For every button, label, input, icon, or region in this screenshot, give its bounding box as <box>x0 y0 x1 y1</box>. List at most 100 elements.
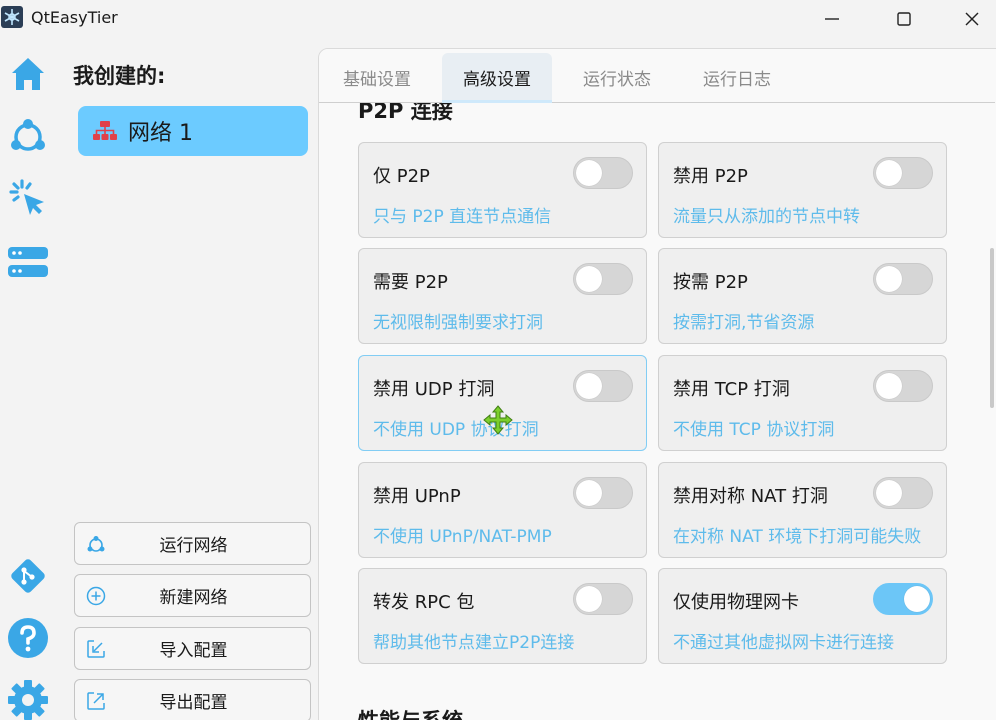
network-list-item-label: 网络 1 <box>128 121 193 146</box>
option-description: 只与 P2P 直连节点通信 <box>373 207 552 227</box>
option-title: 按需 P2P <box>673 272 748 293</box>
option-title: 转发 RPC 包 <box>373 592 475 613</box>
nav-git[interactable] <box>6 554 50 598</box>
option-card[interactable]: 禁用 UDP 打洞不使用 UDP 协议打洞 <box>358 355 647 451</box>
option-toggle[interactable] <box>873 370 933 402</box>
option-toggle[interactable] <box>573 370 633 402</box>
option-card[interactable]: 需要 P2P 无视限制强制要求打洞 <box>358 248 647 344</box>
close-button[interactable] <box>944 0 996 38</box>
tab-run-log[interactable]: 运行日志 <box>682 53 792 101</box>
network-icon <box>11 119 45 151</box>
option-description: 无视限制强制要求打洞 <box>373 313 543 333</box>
tab-label: 基础设置 <box>343 69 411 90</box>
option-toggle[interactable] <box>573 583 633 615</box>
option-card[interactable]: 禁用 P2P 流量只从添加的节点中转 <box>658 142 947 238</box>
tab-advanced-settings[interactable]: 高级设置 <box>442 53 552 103</box>
network-list-heading: 我创建的: <box>73 64 166 88</box>
new-network-button[interactable]: 新建网络 <box>74 574 311 617</box>
option-toggle[interactable] <box>873 477 933 509</box>
toggle-knob <box>576 373 602 399</box>
option-description: 帮助其他节点建立P2P连接 <box>373 633 575 653</box>
option-title: 禁用 UPnP <box>373 486 461 507</box>
section-title-performance: 性能与系统 <box>358 705 463 720</box>
network-panel: 我创建的: 网络 1 运行网络 新建网络 导入配置 导出配置 <box>62 38 318 720</box>
toggle-knob <box>904 586 930 612</box>
option-description: 不使用 UDP 协议打洞 <box>373 420 539 440</box>
option-card[interactable]: 转发 RPC 包帮助其他节点建立P2P连接 <box>358 568 647 664</box>
git-icon <box>11 559 45 593</box>
nav-servers[interactable] <box>6 240 50 284</box>
nav-home[interactable] <box>6 52 50 96</box>
option-title: 需要 P2P <box>373 272 448 293</box>
option-description: 不通过其他虚拟网卡进行连接 <box>673 633 894 653</box>
option-card[interactable]: 仅使用物理网卡不通过其他虚拟网卡进行连接 <box>658 568 947 664</box>
title-bar: QtEasyTier <box>0 0 996 38</box>
export-config-label: 导出配置 <box>159 693 228 713</box>
option-description: 流量只从添加的节点中转 <box>673 207 860 227</box>
settings-card: 基础设置 高级设置 运行状态 运行日志 P2P 连接 仅 P2P 只与 P2P 直… <box>318 48 996 720</box>
minimize-icon <box>825 18 839 20</box>
new-network-label: 新建网络 <box>159 588 228 608</box>
tab-run-status[interactable]: 运行状态 <box>562 53 672 101</box>
option-card[interactable]: 按需 P2P 按需打洞,节省资源 <box>658 248 947 344</box>
tab-label: 高级设置 <box>463 69 531 90</box>
nav-network[interactable] <box>6 114 50 158</box>
tab-label: 运行状态 <box>583 69 651 90</box>
option-toggle[interactable] <box>573 157 633 189</box>
tab-basic-settings[interactable]: 基础设置 <box>322 53 432 101</box>
option-toggle[interactable] <box>573 477 633 509</box>
scrollbar[interactable] <box>990 248 994 408</box>
option-title: 仅使用物理网卡 <box>673 592 799 613</box>
maximize-icon <box>897 12 911 26</box>
sitemap-icon <box>92 118 118 144</box>
option-description: 不使用 UPnP/NAT-PMP <box>373 527 552 547</box>
toggle-knob <box>576 266 602 292</box>
export-config-button[interactable]: 导出配置 <box>74 679 311 720</box>
maximize-button[interactable] <box>876 0 932 38</box>
run-network-button[interactable]: 运行网络 <box>74 522 311 565</box>
option-title: 禁用 TCP 打洞 <box>673 379 790 400</box>
help-icon <box>8 618 48 658</box>
minimize-button[interactable] <box>804 0 860 38</box>
app-logo-icon <box>1 6 23 28</box>
option-toggle[interactable] <box>873 263 933 295</box>
home-icon <box>12 58 44 90</box>
nav-help[interactable] <box>6 616 50 660</box>
option-toggle[interactable] <box>873 583 933 615</box>
option-description: 不使用 TCP 协议打洞 <box>673 420 835 440</box>
toggle-knob <box>876 480 902 506</box>
toggle-knob <box>576 160 602 186</box>
run-network-label: 运行网络 <box>159 536 228 556</box>
import-config-button[interactable]: 导入配置 <box>74 627 311 670</box>
option-title: 禁用 UDP 打洞 <box>373 379 495 400</box>
option-card[interactable]: 禁用 UPnP 不使用 UPnP/NAT-PMP <box>358 462 647 558</box>
option-title: 禁用对称 NAT 打洞 <box>673 486 828 507</box>
toggle-knob <box>876 373 902 399</box>
toggle-knob <box>576 586 602 612</box>
option-card[interactable]: 禁用 TCP 打洞不使用 TCP 协议打洞 <box>658 355 947 451</box>
nav-settings[interactable] <box>6 678 50 720</box>
option-title: 仅 P2P <box>373 166 430 187</box>
option-description: 按需打洞,节省资源 <box>673 313 815 333</box>
server-icon <box>8 247 48 277</box>
option-toggle[interactable] <box>573 263 633 295</box>
import-config-label: 导入配置 <box>159 641 228 661</box>
option-card[interactable]: 仅 P2P 只与 P2P 直连节点通信 <box>358 142 647 238</box>
network-list-item[interactable]: 网络 1 <box>78 106 308 156</box>
option-title: 禁用 P2P <box>673 166 748 187</box>
move-cursor-icon <box>483 405 513 435</box>
tab-label: 运行日志 <box>703 69 771 90</box>
window-title: QtEasyTier <box>31 8 118 27</box>
close-icon <box>965 12 979 26</box>
icon-sidebar <box>0 38 56 720</box>
nav-click[interactable] <box>6 176 50 220</box>
click-icon <box>9 179 44 215</box>
settings-icon <box>8 680 48 720</box>
option-card[interactable]: 禁用对称 NAT 打洞在对称 NAT 环境下打洞可能失败 <box>658 462 947 558</box>
tab-bar: 基础设置 高级设置 运行状态 运行日志 <box>319 49 995 103</box>
option-toggle[interactable] <box>873 157 933 189</box>
toggle-knob <box>876 266 902 292</box>
toggle-knob <box>576 480 602 506</box>
option-description: 在对称 NAT 环境下打洞可能失败 <box>673 527 922 547</box>
toggle-knob <box>876 160 902 186</box>
